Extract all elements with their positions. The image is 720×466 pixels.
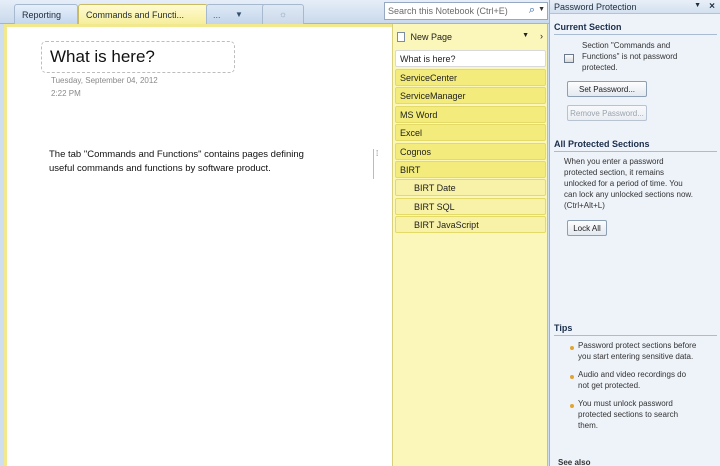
page-tab-birt-sql[interactable]: BIRT SQL: [395, 198, 546, 215]
divider: [554, 151, 717, 152]
new-section-tab[interactable]: ☼: [262, 4, 304, 24]
tip-1-line-1: Password protect sections before: [578, 341, 697, 350]
note-canvas[interactable]: What is here? Tuesday, September 04, 201…: [4, 24, 392, 466]
see-also-header: See also: [558, 458, 591, 466]
protected-info-line-5: (Ctrl+Alt+L): [564, 201, 605, 210]
page-tab-servicemanager[interactable]: ServiceManager: [395, 87, 546, 104]
page-title[interactable]: What is here?: [41, 41, 235, 73]
search-scope-dropdown-icon[interactable]: ▼: [538, 6, 545, 13]
tip-bullet-icon: [570, 375, 574, 379]
note-text-line-2[interactable]: useful commands and functions by softwar…: [49, 163, 271, 174]
divider: [554, 335, 717, 336]
section-icon: [564, 54, 574, 63]
lock-all-button[interactable]: Lock All: [567, 220, 607, 236]
pane-title: Password Protection: [554, 2, 637, 12]
pane-title-bar: Password Protection ▼ ×: [550, 0, 720, 14]
divider: [554, 34, 717, 35]
new-page-button[interactable]: New Page ▼ ›: [393, 28, 547, 46]
page-tab-servicecenter[interactable]: ServiceCenter: [395, 69, 546, 86]
page-tab-birt[interactable]: BIRT: [395, 161, 546, 178]
tip-2-line-1: Audio and video recordings do: [578, 370, 687, 379]
tip-3-line-3: them.: [578, 421, 599, 430]
collapse-page-list-icon[interactable]: ›: [540, 31, 543, 41]
remove-password-button[interactable]: Remove Password...: [567, 105, 647, 121]
tips-header: Tips: [554, 323, 573, 333]
tab-commands-and-functions[interactable]: Commands and Functi...: [78, 4, 208, 24]
search-icon[interactable]: ⌕: [529, 4, 535, 17]
page-tab-cognos[interactable]: Cognos: [395, 143, 546, 160]
tab-reporting[interactable]: Reporting: [14, 4, 78, 24]
tip-bullet-icon: [570, 346, 574, 350]
tab-more-sections[interactable]: ... ▼: [206, 4, 266, 24]
chevron-down-icon[interactable]: ▼: [235, 10, 243, 19]
note-text-line-1[interactable]: The tab "Commands and Functions" contain…: [49, 149, 304, 160]
outline-handle-icon[interactable]: ⁞: [373, 149, 378, 179]
set-password-button[interactable]: Set Password...: [567, 81, 647, 97]
section-status-line-2: Functions" is not password: [582, 52, 678, 61]
close-icon[interactable]: ×: [709, 1, 715, 12]
page-tab-excel[interactable]: Excel: [395, 124, 546, 141]
new-page-icon: [397, 32, 405, 42]
page-tab-birt-date[interactable]: BIRT Date: [395, 179, 546, 196]
section-status-line-1: Section "Commands and: [582, 41, 671, 50]
password-protection-pane: Password Protection ▼ × Current Section …: [549, 0, 720, 466]
search-input[interactable]: Search this Notebook (Ctrl+E) ⌕ ▼: [384, 2, 548, 20]
protected-info-line-4: can lock any unlocked sections now.: [564, 190, 693, 199]
tip-3-line-2: protected sections to search: [578, 410, 679, 419]
tip-2-line-2: not get protected.: [578, 381, 641, 390]
protected-info-line-3: unlocked for a period of time. You: [564, 179, 683, 188]
current-section-header: Current Section: [554, 22, 622, 32]
tip-bullet-icon: [570, 404, 574, 408]
section-status-line-3: protected.: [582, 63, 618, 72]
page-tab-ms-word[interactable]: MS Word: [395, 106, 546, 123]
tip-1-line-2: you start entering sensitive data.: [578, 352, 694, 361]
search-placeholder: Search this Notebook (Ctrl+E): [388, 6, 508, 16]
new-page-label: New Page: [410, 32, 453, 42]
page-time: 2:22 PM: [51, 89, 81, 98]
all-protected-sections-header: All Protected Sections: [554, 139, 650, 149]
page-date: Tuesday, September 04, 2012: [51, 76, 158, 85]
page-tab-what-is-here[interactable]: What is here?: [395, 50, 546, 67]
page-tab-birt-javascript[interactable]: BIRT JavaScript: [395, 216, 546, 233]
protected-info-line-2: protected section, it remains: [564, 168, 665, 177]
pane-options-icon[interactable]: ▼: [694, 2, 701, 9]
tip-3-line-1: You must unlock password: [578, 399, 673, 408]
protected-info-line-1: When you enter a password: [564, 157, 664, 166]
new-page-dropdown-icon[interactable]: ▼: [522, 32, 529, 39]
more-sections-label: ...: [213, 10, 221, 20]
page-list: New Page ▼ › What is here? ServiceCenter…: [392, 24, 548, 466]
